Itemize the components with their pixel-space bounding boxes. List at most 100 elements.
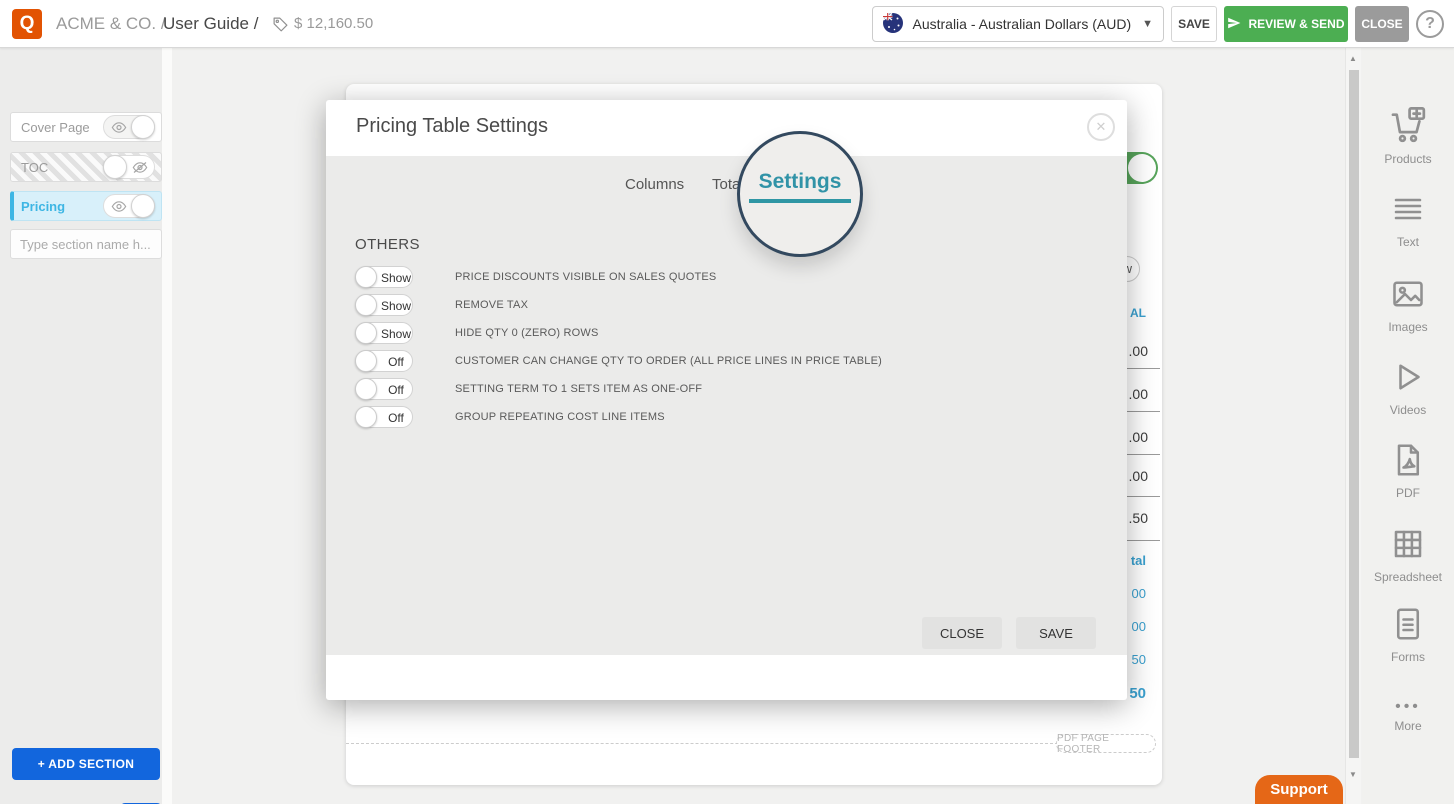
setting-label: PRICE DISCOUNTS VISIBLE ON SALES QUOTES [455,271,716,283]
toolbar-item-more[interactable]: ••• More [1362,698,1454,733]
form-doc-icon [1390,629,1426,646]
modal-header: Pricing Table Settings ✕ [326,100,1127,156]
tab-settings[interactable]: Settings [740,170,860,194]
save-button[interactable]: SAVE [1171,6,1217,42]
toggle-state-label: Off [380,383,412,397]
toolbar-item-videos[interactable]: Videos [1362,359,1454,417]
toolbar-item-products[interactable]: Products [1362,106,1454,166]
toolbar-item-label: Forms [1362,650,1454,664]
setting-label: GROUP REPEATING COST LINE ITEMS [455,411,665,423]
toolbar-item-label: Products [1362,152,1454,166]
breadcrumb-company[interactable]: ACME & CO. / [56,14,166,34]
section-label: Cover Page [21,120,103,135]
toggle-state-label: Off [380,355,412,369]
section-label: TOC [21,160,103,175]
price-discounts-toggle[interactable]: Show [355,266,413,288]
group-repeating-cost-toggle[interactable]: Off [355,406,413,428]
sidebar-item-pricing[interactable]: Pricing [10,191,162,221]
toolbar-item-label: Videos [1362,403,1454,417]
help-button[interactable]: ? [1416,10,1444,38]
toggle-knob [355,350,377,372]
table-row-divider [1127,540,1160,541]
toggle-knob [103,155,127,179]
toggle-knob [355,406,377,428]
sidebar-item-cover-page[interactable]: Cover Page [10,112,162,142]
quote-total: $ 12,160.50 [294,15,373,32]
sidebar-item-toc[interactable]: TOC [10,152,162,182]
support-button[interactable]: Support [1255,775,1343,804]
hide-qty-zero-toggle[interactable]: Show [355,322,413,344]
toc-visibility-toggle[interactable] [103,155,155,179]
others-group-heading: OTHERS [355,236,420,253]
pricing-table-settings-modal: Pricing Table Settings ✕ Columns Totals … [326,100,1127,700]
modal-footer: CLOSE SAVE [326,655,1127,700]
toolbar-item-pdf[interactable]: PDF [1362,442,1454,500]
toolbar-item-images[interactable]: Images [1362,276,1454,334]
content-toolbar: Products Text Images [1362,48,1454,804]
remove-tax-toggle[interactable]: Show [355,294,413,316]
text-lines-icon [1390,214,1426,231]
table-row-divider [1127,411,1160,412]
currency-selector[interactable]: Australia - Australian Dollars (AUD) ▼ [872,6,1164,42]
breadcrumb-document[interactable]: User Guide / [163,14,258,34]
cover-page-visibility-toggle[interactable] [103,115,155,139]
close-document-button[interactable]: CLOSE [1355,6,1409,42]
toolbar-item-spreadsheet[interactable]: Spreadsheet [1362,526,1454,584]
setting-row: Show REMOVE TAX [355,294,528,316]
toggle-knob [355,266,377,288]
setting-label: HIDE QTY 0 (ZERO) ROWS [455,327,599,339]
toggle-knob [1128,154,1156,182]
table-row-divider [1127,496,1160,497]
add-section-button[interactable]: + ADD SECTION [12,748,160,780]
toolbar-item-label: Spreadsheet [1362,570,1454,584]
toggle-knob [355,378,377,400]
top-header: Q ACME & CO. / User Guide / $ 12,160.50 [0,0,1454,48]
tab-columns[interactable]: Columns [625,176,684,193]
app-logo-icon[interactable]: Q [12,9,42,39]
term-one-off-toggle[interactable]: Off [355,378,413,400]
scrollbar-thumb[interactable] [1349,70,1359,758]
send-plane-icon [1227,16,1241,33]
eye-off-icon [132,161,148,179]
setting-row: Off GROUP REPEATING COST LINE ITEMS [355,406,665,428]
toggle-knob [131,115,155,139]
toggle-knob [355,294,377,316]
scrollbar-up-arrow-icon[interactable]: ▲ [1349,54,1357,63]
toolbar-item-text[interactable]: Text [1362,191,1454,249]
toggle-state-label: Off [380,411,412,425]
toggle-state-label: Show [380,299,412,313]
modal-close-button[interactable]: CLOSE [922,617,1002,649]
pdf-file-icon [1390,465,1426,482]
sections-sidebar: Cover Page TOC Pricing [0,48,172,804]
table-row-divider [1127,454,1160,455]
eye-icon [111,121,127,139]
toolbar-item-label: More [1362,719,1454,733]
modal-save-button[interactable]: SAVE [1016,617,1096,649]
review-send-label: REVIEW & SEND [1248,17,1344,31]
toggle-state-label: Show [380,327,412,341]
new-section-name-input[interactable] [10,229,162,259]
setting-row: Show PRICE DISCOUNTS VISIBLE ON SALES QU… [355,266,716,288]
pricing-visibility-toggle[interactable] [103,194,155,218]
eye-icon [111,200,127,218]
price-tag-icon [272,16,289,38]
table-row-divider [1127,368,1160,369]
modal-close-icon[interactable]: ✕ [1087,113,1115,141]
section-label: Pricing [21,199,103,214]
modal-title: Pricing Table Settings [356,115,548,138]
toggle-knob [355,322,377,344]
customer-change-qty-toggle[interactable]: Off [355,350,413,372]
page-scrollbar[interactable]: ▲ ▼ [1345,48,1361,804]
setting-row: Off CUSTOMER CAN CHANGE QTY TO ORDER (AL… [355,350,882,372]
setting-label: REMOVE TAX [455,299,528,311]
toggle-state-label: Show [380,271,412,285]
pdf-page-footer-label[interactable]: PDF PAGE FOOTER [1056,734,1156,753]
setting-label: SETTING TERM TO 1 SETS ITEM AS ONE-OFF [455,383,702,395]
cart-plus-icon [1389,131,1427,148]
toolbar-item-label: Images [1362,320,1454,334]
toolbar-item-forms[interactable]: Forms [1362,606,1454,664]
scrollbar-down-arrow-icon[interactable]: ▼ [1349,770,1357,779]
review-send-button[interactable]: REVIEW & SEND [1224,6,1348,42]
active-tab-underline [749,199,851,203]
chevron-down-icon: ▼ [1142,18,1153,30]
